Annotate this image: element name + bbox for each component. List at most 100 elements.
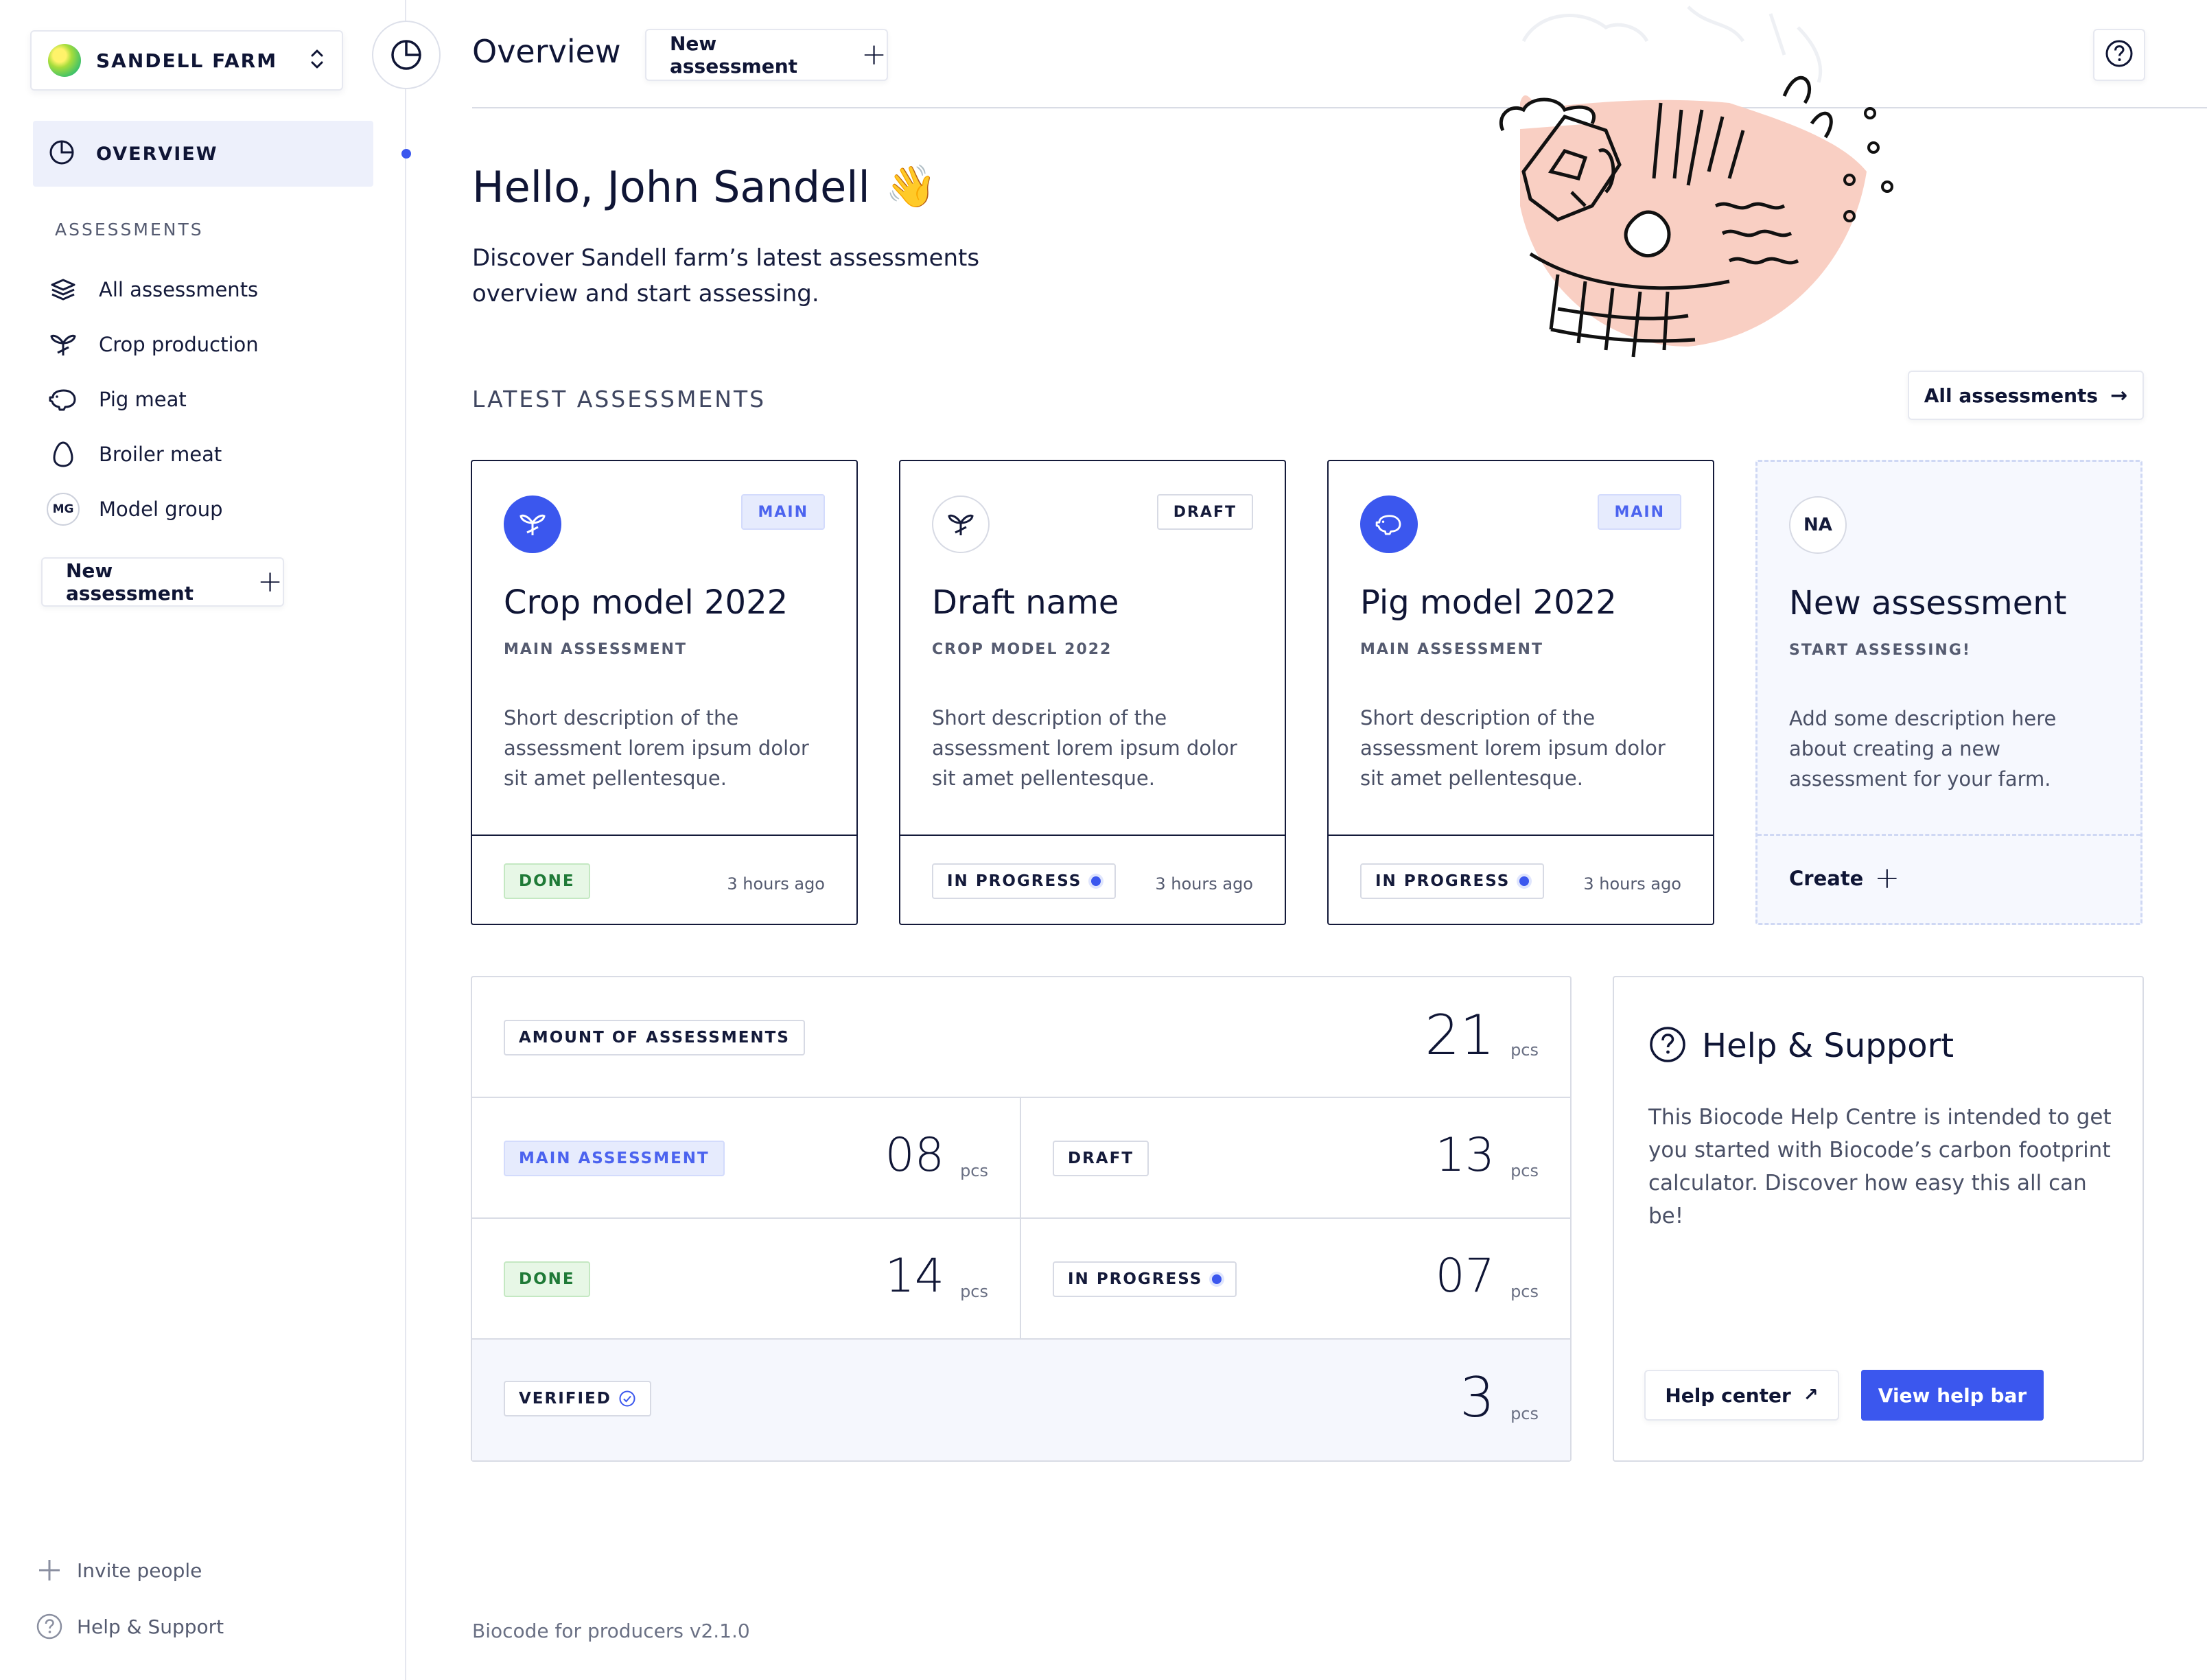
new-assessment-card[interactable]: NA New assessment START ASSESSING! Add s… (1755, 460, 2142, 925)
stat-value: 07 (1435, 1249, 1495, 1303)
stat-label: MAIN ASSESSMENT (504, 1141, 725, 1176)
assessment-description: Short description of the assessment lore… (504, 706, 809, 790)
header-new-assessment-button[interactable]: New assessment + (645, 29, 888, 81)
assessment-type-tag: MAIN (741, 494, 825, 530)
stat-unit: pcs (960, 1282, 988, 1301)
sidebar-item-overview[interactable]: OVERVIEW (33, 121, 373, 187)
stats-row: MAIN ASSESSMENT 08 pcs DRAFT 13 pcs (472, 1098, 1570, 1219)
timestamp: 3 hours ago (1155, 874, 1253, 894)
invite-people-link[interactable]: Invite people (34, 1558, 202, 1583)
sidebar-item-crop-production[interactable]: Crop production (44, 324, 259, 365)
wave-emoji: 👋 (885, 163, 937, 211)
latest-assessments-heading: LATEST ASSESSMENTS (472, 386, 767, 412)
timestamp: 3 hours ago (727, 874, 825, 894)
plus-icon: + (861, 37, 887, 72)
assessment-type-tag: DRAFT (1156, 494, 1253, 530)
help-title: Help & Support (1702, 1027, 1954, 1065)
assessment-card[interactable]: MAIN Crop model 2022 MAIN ASSESSMENT Sho… (471, 460, 858, 925)
assessment-subtitle: CROP MODEL 2022 (932, 641, 1112, 658)
stat-cell-main: MAIN ASSESSMENT 08 pcs (472, 1098, 1021, 1217)
create-button[interactable]: Create + (1789, 863, 1900, 894)
sidebar-item-broiler-meat[interactable]: Broiler meat (44, 434, 222, 475)
sidebar: SANDELL FARM OVERVIEW ASSESSMENTS All as… (0, 0, 406, 1680)
arrow-right-icon: → (2110, 383, 2128, 408)
sidebar-item-label: Model group (99, 498, 223, 521)
plus-icon (34, 1558, 65, 1583)
status-dot (1212, 1274, 1222, 1284)
status-badge: DONE (504, 863, 590, 899)
assessment-card[interactable]: DRAFT Draft name CROP MODEL 2022 Short d… (899, 460, 1286, 925)
egg-icon (44, 441, 82, 468)
stat-cell-in-progress: IN PROGRESS 07 pcs (1021, 1219, 1570, 1338)
stats-row: DONE 14 pcs IN PROGRESS 07 pcs (472, 1219, 1570, 1340)
stat-unit: pcs (1510, 1040, 1539, 1060)
status-label: IN PROGRESS (947, 872, 1082, 890)
assessment-description: Short description of the assessment lore… (932, 706, 1237, 790)
stat-cell-done: DONE 14 pcs (472, 1219, 1021, 1338)
sidebar-item-all-assessments[interactable]: All assessments (44, 269, 258, 310)
status-badge: IN PROGRESS (1360, 863, 1545, 899)
stat-value: 14 (885, 1249, 944, 1303)
pig-icon (44, 388, 82, 411)
assessment-type-tag: MAIN (1598, 494, 1681, 530)
stat-unit: pcs (1510, 1282, 1539, 1301)
stat-label-text: IN PROGRESS (1068, 1270, 1203, 1288)
stat-unit: pcs (960, 1161, 988, 1180)
sidebar-item-pig-meat[interactable]: Pig meat (44, 379, 187, 420)
timeline-pie-chart-icon (372, 21, 441, 89)
status-label: IN PROGRESS (1375, 872, 1510, 890)
sidebar-item-label: All assessments (99, 278, 259, 301)
model-group-badge: MG (47, 493, 80, 526)
assessment-subtitle: MAIN ASSESSMENT (504, 641, 687, 658)
farm-switcher[interactable]: SANDELL FARM (30, 30, 343, 91)
help-center-button[interactable]: Help center ↗ (1644, 1370, 1839, 1421)
help-circle-icon (2104, 38, 2134, 71)
badge-label: NA (1803, 515, 1832, 535)
version-text: Biocode for producers v2.1.0 (472, 1620, 750, 1642)
layers-icon (44, 278, 82, 301)
stat-label-text: VERIFIED (519, 1390, 611, 1408)
help-support-label: Help & Support (77, 1615, 224, 1638)
card-footer: IN PROGRESS 3 hours ago (900, 835, 1285, 924)
stat-unit: pcs (1510, 1404, 1539, 1423)
status-dot (1091, 876, 1101, 886)
all-assessments-button[interactable]: All assessments → (1908, 371, 2144, 420)
stat-label: DRAFT (1053, 1141, 1149, 1176)
new-assessment-badge: NA (1789, 496, 1847, 554)
help-support-card: Help & Support This Biocode Help Centre … (1613, 976, 2144, 1462)
new-assessment-subtitle: START ASSESSING! (1789, 642, 1971, 659)
page-title: Overview (472, 33, 621, 70)
sidebar-item-model-group[interactable]: MG Model group (44, 489, 223, 530)
sprout-icon (932, 495, 990, 553)
intro-text: Discover Sandell farm’s latest assessmen… (472, 244, 980, 307)
assessment-title: Pig model 2022 (1360, 583, 1617, 622)
help-title-row: Help & Support (1648, 1025, 1954, 1066)
stat-value: 3 (1460, 1366, 1495, 1430)
sidebar-item-label: Pig meat (99, 388, 187, 411)
pig-icon (1360, 495, 1418, 553)
button-label: Create (1789, 867, 1864, 890)
new-assessment-title: New assessment (1789, 584, 2067, 622)
button-label: View help bar (1878, 1384, 2027, 1407)
stat-value: 08 (885, 1128, 944, 1182)
farm-logo (48, 44, 81, 77)
sidebar-item-label: Crop production (99, 333, 259, 356)
stat-cell-draft: DRAFT 13 pcs (1021, 1098, 1570, 1217)
status-badge: IN PROGRESS (932, 863, 1117, 899)
assessment-title: Crop model 2022 (504, 583, 789, 622)
sprout-icon (504, 495, 561, 553)
stat-value: 13 (1435, 1128, 1495, 1182)
card-footer: Create + (1758, 834, 2140, 923)
plus-icon: + (1874, 861, 1900, 896)
chevron-updown-icon (309, 47, 325, 75)
view-help-bar-button[interactable]: View help bar (1861, 1370, 2044, 1421)
help-support-link[interactable]: Help & Support (34, 1613, 224, 1640)
plus-icon: + (257, 564, 283, 599)
greeting-heading: Hello, John Sandell (472, 162, 870, 212)
button-label: New assessment (670, 32, 798, 78)
header-help-button[interactable] (2093, 29, 2145, 81)
assessment-card[interactable]: MAIN Pig model 2022 MAIN ASSESSMENT Shor… (1327, 460, 1714, 925)
stat-label: AMOUNT OF ASSESSMENTS (504, 1020, 805, 1055)
timeline-line (405, 89, 406, 1680)
sidebar-new-assessment-button[interactable]: New assessment + (41, 557, 284, 607)
